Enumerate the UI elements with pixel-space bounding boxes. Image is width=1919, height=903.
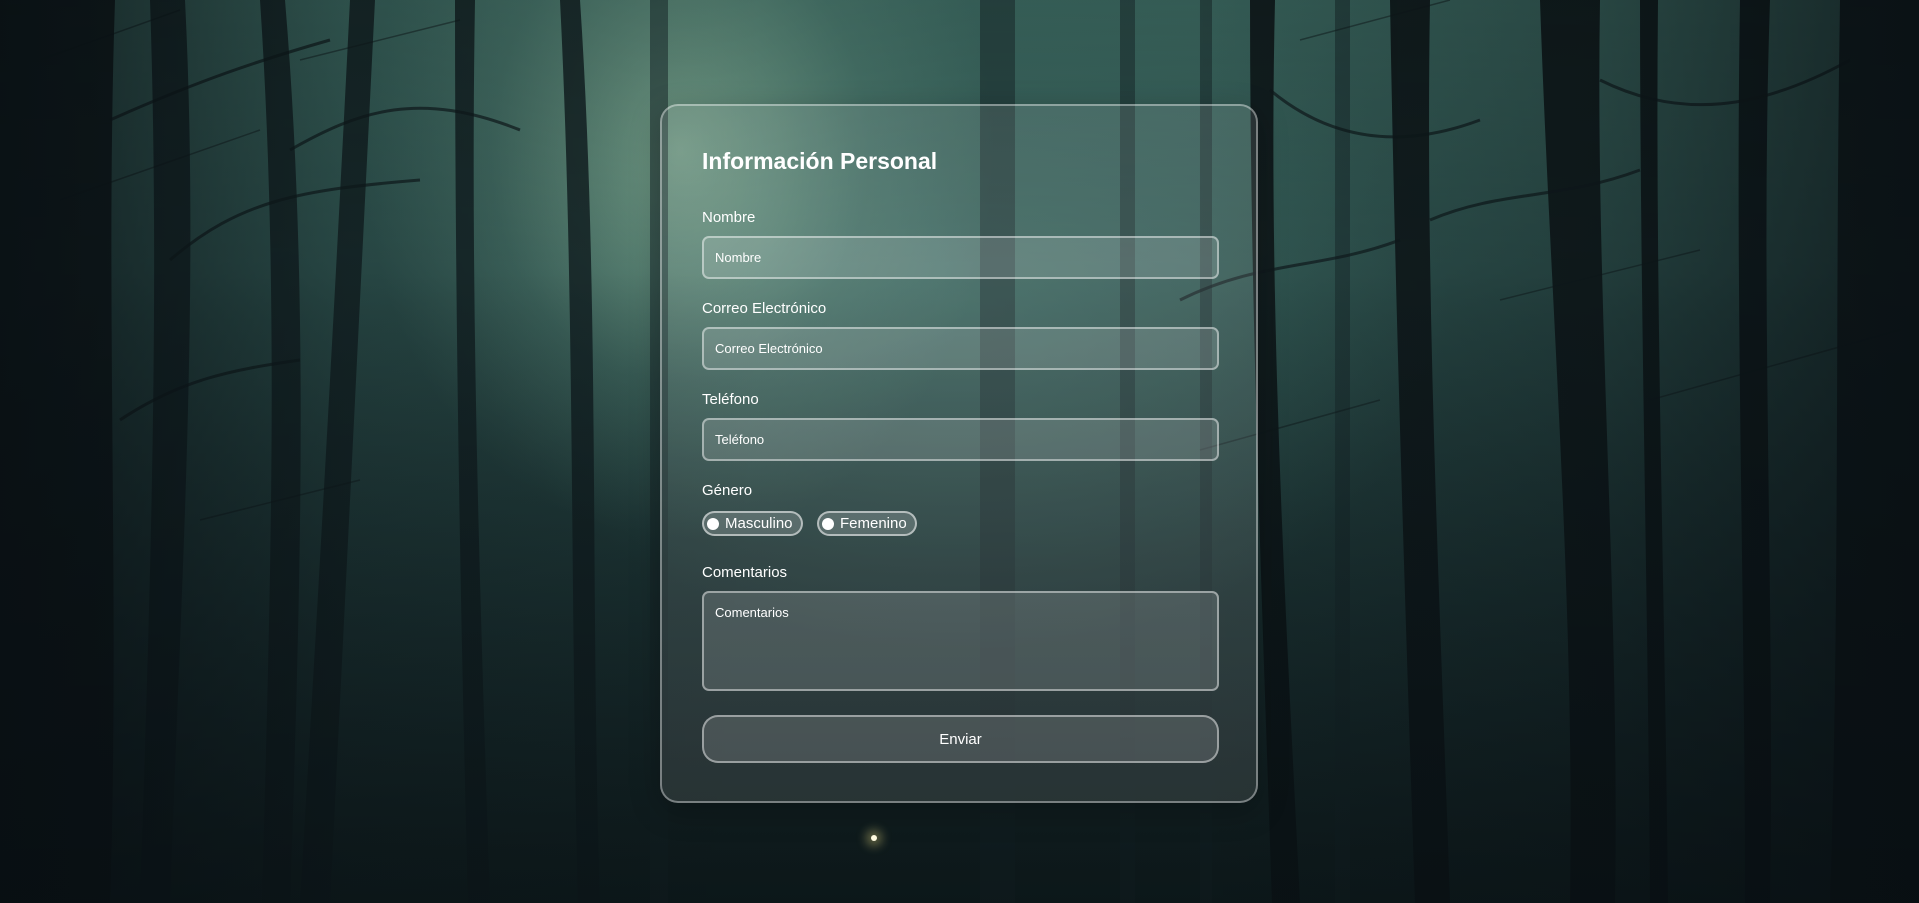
personal-info-form: Información Personal Nombre Correo Elect… bbox=[660, 104, 1258, 803]
name-label: Nombre bbox=[702, 209, 756, 226]
comments-label: Comentarios bbox=[702, 564, 788, 581]
form-title: Información Personal bbox=[702, 148, 938, 174]
gender-option-label: Masculino bbox=[725, 515, 793, 532]
email-label: Correo Electrónico bbox=[702, 300, 827, 317]
phone-label: Teléfono bbox=[702, 391, 759, 408]
firefly-glow bbox=[871, 835, 877, 841]
email-input[interactable] bbox=[702, 327, 1219, 370]
name-input[interactable] bbox=[702, 236, 1219, 279]
gender-option-femenino[interactable]: Femenino bbox=[817, 511, 917, 536]
gender-label: Género bbox=[702, 482, 753, 499]
phone-input[interactable] bbox=[702, 418, 1219, 461]
comments-textarea[interactable] bbox=[702, 591, 1219, 691]
submit-button[interactable]: Enviar bbox=[702, 715, 1219, 763]
gender-option-masculino[interactable]: Masculino bbox=[702, 511, 803, 536]
gender-option-label: Femenino bbox=[840, 515, 907, 532]
radio-button-icon[interactable] bbox=[707, 517, 719, 530]
page-background: Información Personal Nombre Correo Elect… bbox=[0, 0, 1919, 903]
radio-button-icon[interactable] bbox=[822, 517, 834, 530]
